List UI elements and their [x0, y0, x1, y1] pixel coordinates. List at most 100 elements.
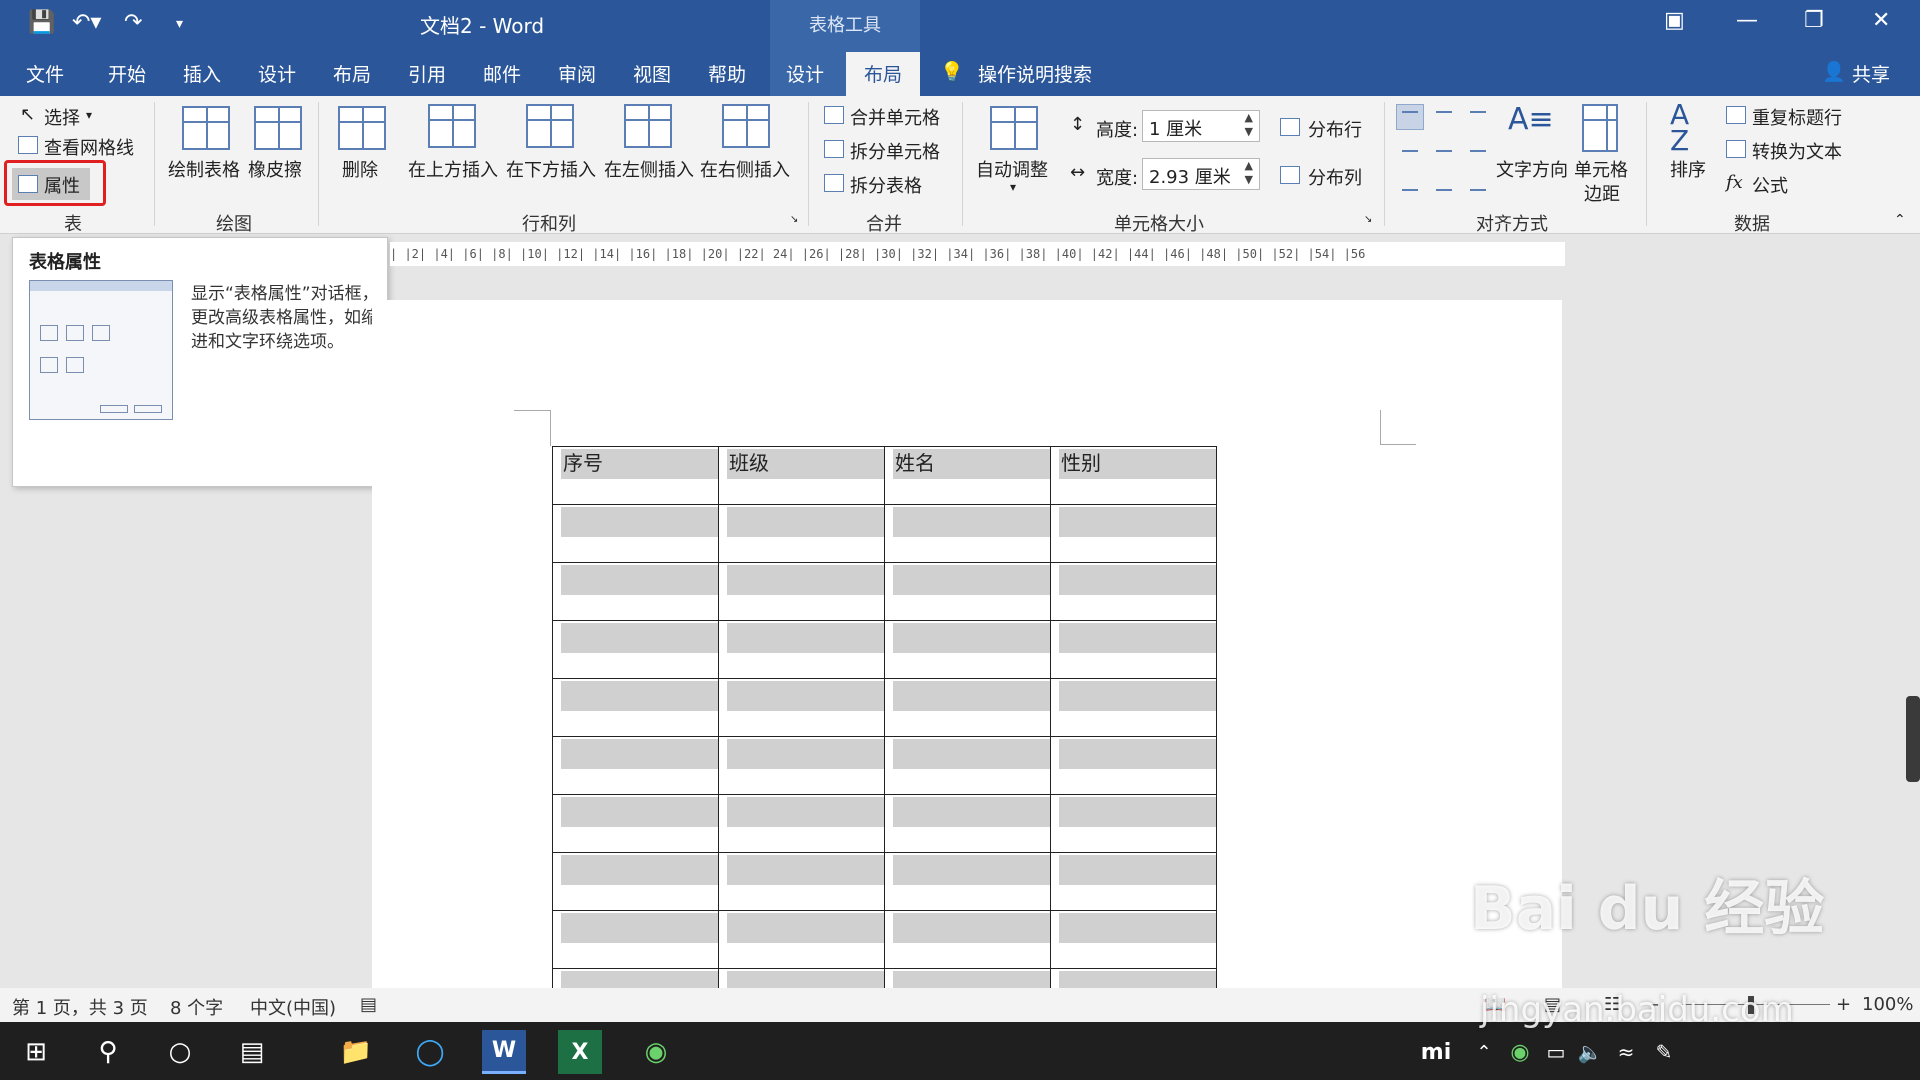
page-count[interactable]: 第 1 页，共 3 页 — [12, 994, 148, 1020]
search-icon[interactable]: ⚲ — [86, 1030, 130, 1074]
group-divider — [318, 102, 319, 226]
tab-help[interactable]: 帮助 — [708, 60, 746, 87]
tab-table-design[interactable]: 设计 — [786, 60, 824, 87]
tab-view[interactable]: 视图 — [633, 60, 671, 87]
zoom-level[interactable]: 100% — [1862, 994, 1913, 1015]
tab-insert[interactable]: 插入 — [183, 60, 221, 87]
align-line — [1470, 111, 1486, 113]
xiaomi-icon[interactable]: mi — [1414, 1030, 1458, 1074]
redo-icon[interactable]: ↷ — [124, 10, 142, 35]
align-top-left-button[interactable] — [1396, 104, 1424, 130]
height-input[interactable]: 1 厘米 ▲ ▼ — [1142, 110, 1260, 142]
draw-table-button[interactable]: 绘制表格 — [168, 156, 240, 182]
word-count[interactable]: 8 个字 — [170, 994, 223, 1020]
repeat-header-rows-button[interactable]: 重复标题行 — [1752, 104, 1842, 130]
tab-layout[interactable]: 布局 — [333, 60, 371, 87]
draw-table-icon — [182, 106, 230, 150]
text-direction-button[interactable]: 文字方向 — [1496, 156, 1568, 182]
delete-button[interactable]: 删除 — [342, 156, 378, 182]
align-middle-center-button[interactable] — [1430, 138, 1458, 164]
dialog-launcher-icon[interactable]: ↘ — [790, 214, 798, 225]
highlight-annotation — [4, 160, 106, 206]
preview-option — [40, 325, 58, 341]
eraser-button[interactable]: 橡皮擦 — [248, 156, 302, 182]
edge-browser-icon[interactable]: ◯ — [408, 1030, 452, 1074]
insert-left-button[interactable]: 在左侧插入 — [604, 156, 694, 182]
task-view-icon[interactable]: ▤ — [230, 1030, 274, 1074]
tab-home[interactable]: 开始 — [108, 60, 146, 87]
ribbon-tabs: 文件 开始 插入 设计 布局 引用 邮件 审阅 视图 帮助 设计 布局 💡 操作… — [0, 48, 1920, 96]
pen-icon[interactable]: ✎ — [1642, 1030, 1686, 1074]
file-explorer-icon[interactable]: 📁 — [334, 1030, 378, 1074]
width-input[interactable]: 2.93 厘米 ▲ ▼ — [1142, 158, 1260, 190]
minimize-icon[interactable]: — — [1736, 8, 1758, 33]
wechat-icon[interactable]: ◉ — [634, 1030, 678, 1074]
insert-below-button[interactable]: 在下方插入 — [506, 156, 596, 182]
cell-margins-button-line2[interactable]: 边距 — [1584, 180, 1620, 206]
align-middle-right-button[interactable] — [1464, 138, 1492, 164]
tell-me-search[interactable]: 操作说明搜索 — [978, 60, 1092, 87]
undo-icon[interactable]: ↶▾ — [72, 10, 101, 35]
eraser-icon — [254, 106, 302, 150]
restore-icon[interactable]: ❐ — [1804, 8, 1824, 33]
select-button[interactable]: 选择 — [44, 104, 80, 130]
align-bottom-right-button[interactable] — [1464, 172, 1492, 198]
autofit-button[interactable]: 自动调整 — [976, 156, 1048, 182]
zoom-in-icon[interactable]: + — [1836, 994, 1851, 1015]
excel-app-icon[interactable]: X — [558, 1030, 602, 1074]
tab-mailings[interactable]: 邮件 — [483, 60, 521, 87]
windows-start-icon[interactable]: ⊞ — [14, 1030, 58, 1074]
convert-to-text-button[interactable]: 转换为文本 — [1752, 138, 1842, 164]
tab-file[interactable]: 文件 — [26, 60, 64, 87]
baidu-watermark-url: jingyan.baidu.com — [1480, 990, 1794, 1030]
dialog-launcher-icon[interactable]: ↘ — [1364, 214, 1372, 225]
title-bar: 💾 ↶▾ ↷ ▾ 文档2 - Word 表格工具 ▣ — ❐ ✕ — [0, 0, 1920, 48]
tab-design[interactable]: 设计 — [258, 60, 296, 87]
insert-above-button[interactable]: 在上方插入 — [408, 156, 498, 182]
view-gridlines-button[interactable]: 查看网格线 — [44, 134, 134, 160]
collapse-ribbon-icon[interactable]: ⌃ — [1894, 212, 1906, 228]
align-top-right-button[interactable] — [1464, 104, 1492, 130]
share-icon[interactable]: 👤 — [1822, 60, 1846, 83]
group-divider — [1384, 102, 1385, 226]
cell-margins-button-line1[interactable]: 单元格 — [1574, 156, 1628, 182]
ribbon-display-options-icon[interactable]: ▣ — [1664, 8, 1685, 33]
vertical-scrollbar-thumb[interactable] — [1906, 696, 1920, 782]
formula-button[interactable]: 公式 — [1752, 172, 1788, 198]
properties-tooltip: 表格属性 显示“表格属性”对话框，更改高级表格属性，如缩进和文字环绕选项。 — [12, 237, 388, 487]
align-line — [1436, 111, 1452, 113]
align-line — [1402, 189, 1418, 191]
document-page[interactable] — [372, 300, 1562, 990]
distribute-columns-button[interactable]: 分布列 — [1308, 164, 1362, 190]
close-icon[interactable]: ✕ — [1872, 8, 1890, 33]
insert-above-icon — [428, 104, 476, 148]
align-top-center-button[interactable] — [1430, 104, 1458, 130]
align-bottom-left-button[interactable] — [1396, 172, 1424, 198]
split-cells-button[interactable]: 拆分单元格 — [850, 138, 940, 164]
width-value: 2.93 厘米 — [1149, 167, 1231, 188]
column-width-icon: ↔ — [1070, 162, 1086, 183]
cortana-icon[interactable]: ○ — [158, 1030, 202, 1074]
customize-quick-access-icon[interactable]: ▾ — [176, 16, 183, 32]
distribute-rows-button[interactable]: 分布行 — [1308, 116, 1362, 142]
word-app-icon[interactable]: W — [482, 1030, 526, 1074]
tab-references[interactable]: 引用 — [408, 60, 446, 87]
spin-arrows-icon[interactable]: ▲ ▼ — [1245, 111, 1253, 139]
share-button[interactable]: 共享 — [1852, 60, 1890, 87]
macro-recording-icon[interactable]: ▤ — [360, 994, 377, 1015]
sort-icon: AZ — [1670, 98, 1690, 157]
spin-arrows-icon[interactable]: ▲ ▼ — [1245, 159, 1253, 187]
convert-to-text-icon — [1726, 140, 1746, 158]
tab-review[interactable]: 审阅 — [558, 60, 596, 87]
split-table-button[interactable]: 拆分表格 — [850, 172, 922, 198]
language-indicator[interactable]: 中文(中国) — [250, 994, 336, 1020]
tab-table-layout[interactable]: 布局 — [846, 52, 921, 96]
merge-cells-button[interactable]: 合并单元格 — [850, 104, 940, 130]
horizontal-ruler[interactable]: | |2| |4| |6| |8| |10| |12| |14| |16| |1… — [390, 242, 1565, 266]
insert-right-button[interactable]: 在右侧插入 — [700, 156, 790, 182]
align-bottom-center-button[interactable] — [1430, 172, 1458, 198]
align-line — [1470, 150, 1486, 152]
sort-button[interactable]: 排序 — [1670, 156, 1706, 182]
align-middle-left-button[interactable] — [1396, 138, 1424, 164]
save-icon[interactable]: 💾 — [28, 10, 55, 35]
